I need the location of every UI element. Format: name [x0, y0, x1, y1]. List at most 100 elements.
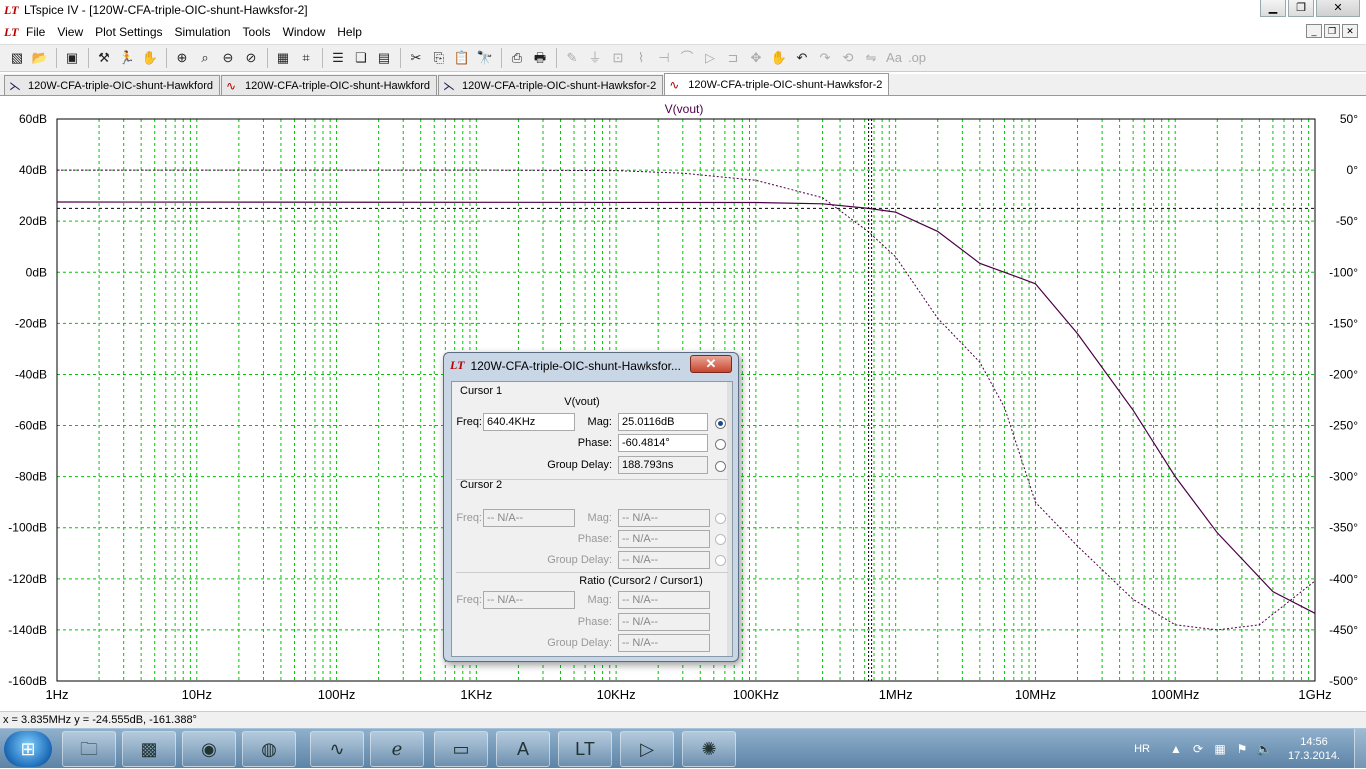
autorange-icon[interactable]: ▦: [272, 47, 294, 69]
run-icon[interactable]: 🏃: [116, 47, 138, 69]
cursor1-trace-name: V(vout): [564, 396, 600, 408]
wire-icon[interactable]: ✎: [561, 47, 583, 69]
group-delay-label: Group Delay:: [547, 554, 612, 566]
zoom-pan-icon[interactable]: ⌕: [194, 47, 216, 69]
drag-icon[interactable]: ✋: [768, 47, 790, 69]
volume-icon[interactable]: 🔈: [1256, 742, 1272, 756]
halt-icon[interactable]: ✋: [139, 47, 161, 69]
ratio-freq-field: -- N/A--: [483, 591, 575, 609]
dialog-body: Cursor 1 V(vout) Freq: 640.4KHz Mag: 25.…: [451, 381, 733, 657]
internet-explorer-taskbar-icon[interactable]: ℯ: [370, 731, 424, 767]
tile-horizontal-icon[interactable]: ☰: [327, 47, 349, 69]
diode-icon[interactable]: ▷: [699, 47, 721, 69]
ground-icon[interactable]: ⏚: [584, 47, 606, 69]
x-tick-label: 1GHz: [1298, 687, 1331, 702]
network-icon[interactable]: ▦: [1212, 742, 1228, 756]
x-tick-label: 10MHz: [1015, 687, 1056, 702]
menu-plot-settings[interactable]: Plot Settings: [89, 25, 168, 39]
text-icon[interactable]: Aa: [883, 47, 905, 69]
menu-view[interactable]: View: [51, 25, 89, 39]
zoom-fit-icon[interactable]: ⊘: [240, 47, 262, 69]
open-icon[interactable]: 📂: [29, 47, 51, 69]
tray-expand-icon[interactable]: ▲: [1168, 742, 1184, 756]
menu-help[interactable]: Help: [331, 25, 368, 39]
show-desktop-button[interactable]: [1354, 729, 1366, 769]
capacitor-icon[interactable]: ⊣: [653, 47, 675, 69]
resistor-icon[interactable]: ⌇: [630, 47, 652, 69]
ratio-group-delay-field: -- N/A--: [618, 634, 710, 652]
dialog-close-button[interactable]: ✕: [690, 355, 732, 373]
file-manager-taskbar-icon[interactable]: ▭: [434, 731, 488, 767]
menu-file[interactable]: File: [20, 25, 51, 39]
label-icon[interactable]: ⊡: [607, 47, 629, 69]
dialog-scrollbar[interactable]: [727, 382, 732, 656]
menu-tools[interactable]: Tools: [237, 25, 277, 39]
component-icon[interactable]: ⊐: [722, 47, 744, 69]
cursor1-mag-radio[interactable]: [715, 418, 726, 429]
zoom-in-icon[interactable]: ⊕: [171, 47, 193, 69]
sync-icon[interactable]: ⟳: [1190, 742, 1206, 756]
save-icon[interactable]: ▣: [61, 47, 83, 69]
divider: [456, 572, 728, 573]
cursor1-phase-field[interactable]: -60.4814°: [618, 434, 708, 452]
paint-splash-taskbar-icon[interactable]: ✺: [682, 731, 736, 767]
menu-simulation[interactable]: Simulation: [169, 25, 237, 39]
flag-icon[interactable]: ⚑: [1234, 742, 1250, 756]
cursor1-freq-field[interactable]: 640.4KHz: [483, 413, 575, 431]
clock-time: 14:56: [1300, 736, 1328, 748]
y-left-tick-label: -100dB: [8, 521, 47, 535]
move-icon[interactable]: ✥: [745, 47, 767, 69]
copy-icon[interactable]: ⎘: [428, 47, 450, 69]
mirror-icon[interactable]: ⇋: [860, 47, 882, 69]
tab-waveform-2[interactable]: ∿ 120W-CFA-triple-OIC-shunt-Hawksfor-2: [664, 73, 890, 95]
cut-icon[interactable]: ✂: [405, 47, 427, 69]
mdi-minimize-button[interactable]: _: [1306, 24, 1322, 38]
x-tick-label: 100MHz: [1151, 687, 1199, 702]
undo-icon[interactable]: ↶: [791, 47, 813, 69]
simulator-taskbar-icon[interactable]: ▷: [620, 731, 674, 767]
control-panel-icon[interactable]: ⚒: [93, 47, 115, 69]
print-setup-icon[interactable]: ⎙: [506, 47, 528, 69]
ltspice-taskbar-icon[interactable]: LT: [558, 731, 612, 767]
tab-waveform-1[interactable]: ∿ 120W-CFA-triple-OIC-shunt-Hawkford: [221, 75, 438, 95]
find-icon[interactable]: 🔭: [474, 47, 496, 69]
mdi-restore-button[interactable]: ❐: [1324, 24, 1340, 38]
inductor-icon[interactable]: ⌒: [676, 47, 698, 69]
new-schematic-icon[interactable]: ▧: [6, 47, 28, 69]
cursor-dialog[interactable]: LT 120W-CFA-triple-OIC-shunt-Hawksfor...…: [443, 352, 739, 662]
webcam-taskbar-icon[interactable]: ◉: [182, 731, 236, 767]
start-button[interactable]: ⊞: [4, 731, 52, 767]
rotate-icon[interactable]: ⟲: [837, 47, 859, 69]
redo-icon[interactable]: ↷: [814, 47, 836, 69]
oscilloscope-taskbar-icon[interactable]: ∿: [310, 731, 364, 767]
clock[interactable]: 14:56 17.3.2014.: [1288, 735, 1340, 763]
app-installer-taskbar-icon[interactable]: ▩: [122, 731, 176, 767]
tile-vertical-icon[interactable]: ▤: [373, 47, 395, 69]
dialog-title-bar[interactable]: LT 120W-CFA-triple-OIC-shunt-Hawksfor...: [450, 358, 681, 373]
cursor-icon[interactable]: ⌗: [295, 47, 317, 69]
menu-window[interactable]: Window: [277, 25, 332, 39]
paste-icon[interactable]: 📋: [451, 47, 473, 69]
tab-schematic-2[interactable]: ⋋ 120W-CFA-triple-OIC-shunt-Hawksfor-2: [438, 75, 664, 95]
cursor1-phase-radio[interactable]: [715, 439, 726, 450]
minimize-button[interactable]: ▁: [1260, 0, 1286, 17]
document-logo-icon[interactable]: LT: [4, 25, 20, 39]
cursor1-group-delay-radio[interactable]: [715, 461, 726, 472]
zoom-out-icon[interactable]: ⊖: [217, 47, 239, 69]
explorer-taskbar-icon[interactable]: 🗀: [62, 731, 116, 767]
word-document-taskbar-icon[interactable]: A: [496, 731, 550, 767]
trace-label[interactable]: V(vout): [665, 102, 704, 116]
ltspice-logo-icon: LT: [450, 358, 465, 372]
cascade-icon[interactable]: ❏: [350, 47, 372, 69]
spice-directive-icon[interactable]: .op: [906, 47, 928, 69]
language-indicator[interactable]: HR: [1134, 743, 1150, 755]
close-button[interactable]: ✕: [1316, 0, 1360, 17]
mdi-close-button[interactable]: ✕: [1342, 24, 1358, 38]
tab-schematic-1[interactable]: ⋋ 120W-CFA-triple-OIC-shunt-Hawkford: [4, 75, 221, 95]
y-right-tick-label: -200°: [1329, 367, 1358, 381]
y-right-tick-label: -100°: [1329, 265, 1358, 279]
cursor1-mag-field[interactable]: 25.0116dB: [618, 413, 708, 431]
maximize-button[interactable]: ❐: [1288, 0, 1314, 17]
print-icon[interactable]: 🖶: [529, 47, 551, 69]
antivirus-taskbar-icon[interactable]: ◍: [242, 731, 296, 767]
